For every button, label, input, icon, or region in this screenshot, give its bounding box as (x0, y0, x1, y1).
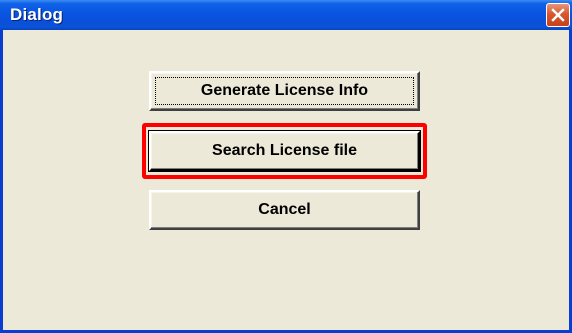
dialog-window: Dialog Generate License Info Search Lice… (0, 0, 572, 333)
title-bar[interactable]: Dialog (0, 0, 572, 30)
window-title: Dialog (10, 5, 64, 24)
cancel-label: Cancel (258, 201, 311, 218)
generate-license-info-label: Generate License Info (200, 82, 369, 99)
close-icon (551, 8, 565, 22)
search-license-file-button[interactable]: Search License file (149, 131, 420, 171)
search-license-file-label: Search License file (212, 142, 357, 159)
cancel-button[interactable]: Cancel (149, 190, 420, 230)
close-button[interactable] (546, 3, 570, 27)
generate-license-info-button[interactable]: Generate License Info (149, 71, 420, 111)
